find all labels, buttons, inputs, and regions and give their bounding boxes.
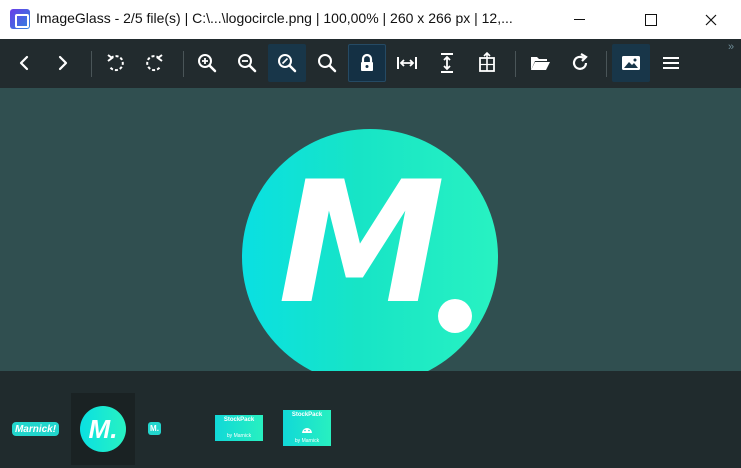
close-button[interactable]: [688, 0, 734, 39]
rotate-right-button[interactable]: [136, 44, 174, 82]
scale-to-width-button[interactable]: [388, 44, 426, 82]
lock-icon: [361, 53, 373, 71]
window-title: ImageGlass - 2/5 file(s) | C:\...\logoci…: [36, 10, 513, 26]
thumbnail-title: StockPack: [291, 412, 323, 418]
toolbar-overflow-chevron-icon[interactable]: »: [728, 41, 734, 53]
title-bar[interactable]: ImageGlass - 2/5 file(s) | C:\...\logoci…: [0, 0, 741, 39]
rotate-left-button[interactable]: [96, 44, 134, 82]
auto-zoom-button[interactable]: [468, 44, 506, 82]
thumbnail-label: M.: [150, 424, 159, 433]
minimize-button[interactable]: [556, 0, 602, 39]
android-icon: [302, 427, 312, 433]
image-icon: [622, 56, 640, 70]
previous-image-button[interactable]: [5, 44, 43, 82]
zoom-in-button[interactable]: [188, 44, 226, 82]
thumbnail-item[interactable]: StockPack by Marnick: [215, 415, 263, 441]
zoom-actual-icon: [318, 54, 337, 73]
thumbnail-item[interactable]: StockPack by Marnick: [283, 410, 331, 446]
thumbnail-item[interactable]: Marnick!: [12, 422, 59, 436]
scale-to-height-button[interactable]: [428, 44, 466, 82]
toolbar-separator: [606, 51, 607, 77]
thumbnail-subtitle: by Marnick: [226, 433, 252, 439]
maximize-button[interactable]: [628, 0, 674, 39]
rotate-right-icon: [146, 54, 163, 72]
thumbnail-logo: M.: [80, 406, 126, 452]
main-menu-button[interactable]: [652, 44, 690, 82]
toolbar-separator: [91, 51, 92, 77]
logo-letter: M: [278, 145, 445, 341]
open-file-button[interactable]: [521, 44, 559, 82]
next-image-button[interactable]: [44, 44, 82, 82]
actual-size-button[interactable]: [308, 44, 346, 82]
logo-dot: [438, 299, 472, 333]
image-viewer[interactable]: M: [0, 88, 741, 385]
zoom-fit-icon: [278, 54, 297, 73]
refresh-icon: [572, 53, 588, 70]
thumbnail-title: StockPack: [223, 417, 255, 423]
toolbar-separator: [183, 51, 184, 77]
zoom-to-fit-button[interactable]: [268, 44, 306, 82]
lock-zoom-ratio-button[interactable]: [348, 44, 386, 82]
thumbnail-label: Marnick!: [14, 423, 57, 435]
close-icon: [705, 14, 717, 25]
zoom-out-button[interactable]: [228, 44, 266, 82]
thumbnail-subtitle: by Marnick: [294, 438, 320, 444]
imageglass-app-icon[interactable]: [10, 9, 30, 29]
folder-open-icon: [531, 57, 550, 70]
thumbnail-bar-button[interactable]: [612, 44, 650, 82]
auto-zoom-icon: [479, 52, 495, 72]
toolbar-separator: [515, 51, 516, 77]
scale-width-icon: [397, 57, 417, 69]
refresh-button[interactable]: [561, 44, 599, 82]
imageglass-window: ImageGlass - 2/5 file(s) | C:\...\logoci…: [0, 0, 741, 468]
hamburger-menu-icon: [663, 57, 679, 69]
thumbnail-bar: Marnick! M. M. StockPack by Marnick Stoc…: [0, 371, 741, 468]
zoom-out-icon: [238, 54, 257, 73]
zoom-in-icon: [198, 54, 217, 73]
scale-height-icon: [441, 53, 453, 73]
displayed-image-logo: M: [242, 129, 498, 385]
rotate-left-icon: [107, 54, 124, 72]
thumbnail-item-selected[interactable]: M.: [71, 393, 135, 465]
toolbar: »: [0, 39, 741, 88]
chevron-left-icon: [19, 55, 29, 71]
thumbnail-item[interactable]: M.: [148, 422, 161, 435]
chevron-right-icon: [58, 55, 68, 71]
